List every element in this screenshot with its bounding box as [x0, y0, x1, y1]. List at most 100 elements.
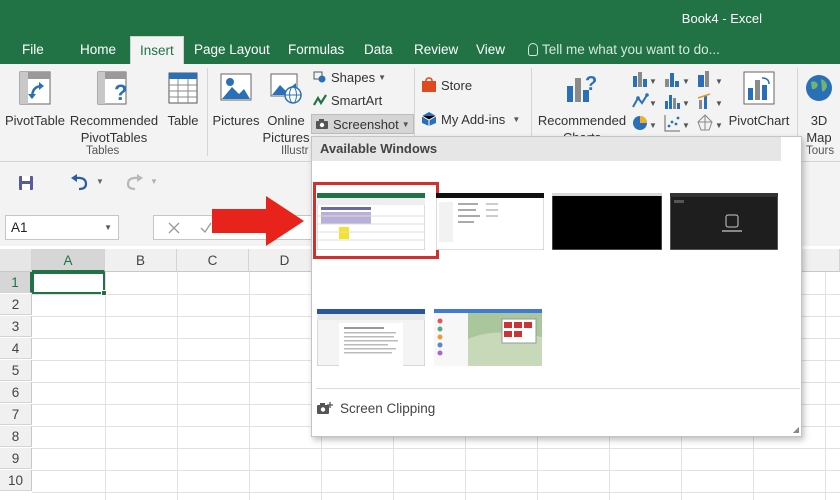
illustrations-group-label: Illustr	[281, 145, 309, 157]
tab-review[interactable]: Review	[405, 36, 467, 64]
window-thumbnail-excel[interactable]	[313, 182, 439, 259]
tab-data[interactable]: Data	[355, 36, 402, 64]
statistic-chart-button[interactable]: ▼	[697, 70, 725, 91]
combo-chart-icon: ▼	[697, 93, 723, 109]
tab-file[interactable]: File	[13, 36, 53, 64]
gridline	[177, 272, 178, 500]
resize-grip-icon[interactable]: ◢	[793, 425, 799, 434]
table-icon	[168, 72, 198, 104]
recommended-charts-icon: ?	[567, 73, 597, 102]
cancel-icon[interactable]	[168, 222, 180, 234]
table-button[interactable]: Table	[162, 70, 204, 129]
hierarchy-chart-button[interactable]: ▼	[664, 70, 692, 91]
gridline	[105, 272, 106, 500]
tab-insert[interactable]: Insert	[130, 36, 184, 64]
combo-chart-button[interactable]: ▼	[697, 92, 725, 113]
tab-formulas[interactable]: Formulas	[279, 36, 353, 64]
svg-text:?: ?	[585, 73, 597, 95]
gridline	[32, 448, 840, 449]
svg-text:?: ?	[114, 80, 127, 105]
pivotchart-label: PivotChart	[728, 113, 790, 128]
column-header[interactable]: A	[32, 249, 105, 272]
row-header[interactable]: 2	[0, 294, 32, 315]
hierarchy-chart-icon: ▼	[665, 73, 690, 87]
tab-view[interactable]: View	[467, 36, 514, 64]
available-windows-header: Available Windows	[312, 137, 781, 161]
group-separator	[207, 68, 208, 156]
row-header[interactable]: 5	[0, 360, 32, 381]
panel-divider	[316, 388, 800, 389]
scatter-chart-button[interactable]: ▼	[664, 114, 692, 135]
tab-page-layout[interactable]: Page Layout	[185, 36, 279, 64]
shapes-label: Shapes	[331, 70, 376, 85]
online-pictures-label-1: Online	[267, 113, 305, 128]
statistic-chart-icon: ▼	[698, 71, 723, 87]
pie-chart-button[interactable]: ▼	[632, 114, 658, 135]
screen-clipping-icon	[317, 402, 333, 414]
radar-chart-button[interactable]: ▼	[697, 114, 725, 135]
line-chart-button[interactable]: ▼	[632, 92, 658, 113]
row-header[interactable]: 7	[0, 404, 32, 425]
smartart-label: SmartArt	[331, 93, 383, 108]
gridline	[32, 492, 840, 493]
svg-text:▼: ▼	[649, 99, 657, 108]
store-button[interactable]: Store	[421, 76, 472, 96]
waterfall-chart-button[interactable]: ▼	[664, 92, 692, 113]
column-header[interactable]: B	[105, 249, 177, 272]
svg-text:▼: ▼	[682, 121, 690, 130]
smartart-button[interactable]: SmartArt	[313, 91, 382, 111]
pivottable-icon	[19, 71, 51, 105]
redo-icon[interactable]	[124, 174, 144, 192]
shapes-icon	[313, 71, 326, 83]
tab-home[interactable]: Home	[71, 36, 125, 64]
row-header[interactable]: 1	[0, 272, 32, 293]
selection-highlight	[313, 182, 439, 259]
row-header[interactable]: 6	[0, 382, 32, 403]
row-header[interactable]: 4	[0, 338, 32, 359]
title-bar: Book4 - Excel	[0, 0, 840, 36]
name-box-value: A1	[11, 220, 28, 235]
store-icon	[422, 77, 436, 92]
undo-dropdown-icon[interactable]: ▼	[96, 177, 104, 186]
smartart-icon	[313, 94, 327, 106]
online-pictures-button[interactable]: Online Pictures	[262, 70, 310, 146]
table-label: Table	[167, 113, 199, 128]
screen-clipping-button[interactable]: Screen Clipping	[316, 400, 435, 416]
enter-check-icon[interactable]	[200, 222, 212, 234]
column-chart-button[interactable]: ▼	[632, 70, 658, 91]
window-thumbnail-explorer[interactable]	[435, 192, 545, 251]
pivottable-button[interactable]: PivotTable	[4, 70, 66, 129]
recommended-pivottables-button[interactable]: ? Recommended PivotTables	[66, 70, 162, 146]
screenshot-button[interactable]: Screenshot ▼	[311, 114, 414, 134]
3d-map-label-1: 3D	[810, 113, 828, 128]
active-cell-a1[interactable]	[32, 272, 107, 296]
redo-dropdown-icon[interactable]: ▼	[150, 177, 158, 186]
window-thumbnail-word[interactable]	[316, 308, 426, 367]
select-all-corner[interactable]	[0, 249, 32, 272]
gridline	[32, 470, 840, 471]
scatter-chart-icon: ▼	[664, 115, 690, 132]
pivotchart-icon	[743, 71, 775, 105]
window-thumbnail-black[interactable]	[551, 192, 663, 251]
chevron-down-icon[interactable]: ▼	[104, 216, 112, 239]
row-header[interactable]: 10	[0, 470, 32, 491]
column-header[interactable]: C	[177, 249, 249, 272]
fill-handle[interactable]	[101, 290, 107, 296]
window-thumbnail-dark-app[interactable]	[669, 192, 779, 251]
shapes-button[interactable]: Shapes ▼	[313, 68, 386, 88]
3d-map-button[interactable]: 3D Map	[800, 70, 838, 146]
window-thumbnail-chat[interactable]	[433, 308, 543, 367]
save-icon[interactable]	[18, 175, 34, 191]
row-header[interactable]: 9	[0, 448, 32, 469]
undo-icon[interactable]	[70, 174, 90, 192]
tell-me-search[interactable]: Tell me what you want to do...	[528, 36, 720, 64]
pivotchart-button[interactable]: PivotChart	[724, 70, 794, 129]
lightbulb-icon	[528, 43, 538, 56]
screenshot-dropdown: Available Windows Screen Clipping ◢	[311, 136, 802, 437]
row-header[interactable]: 3	[0, 316, 32, 337]
pictures-button[interactable]: Pictures	[210, 70, 262, 129]
row-header[interactable]: 8	[0, 426, 32, 447]
name-box[interactable]: A1 ▼	[5, 215, 119, 240]
recommended-charts-button[interactable]: ? Recommended Charts	[534, 70, 630, 146]
my-addins-button[interactable]: My Add-ins ▼	[421, 110, 520, 130]
